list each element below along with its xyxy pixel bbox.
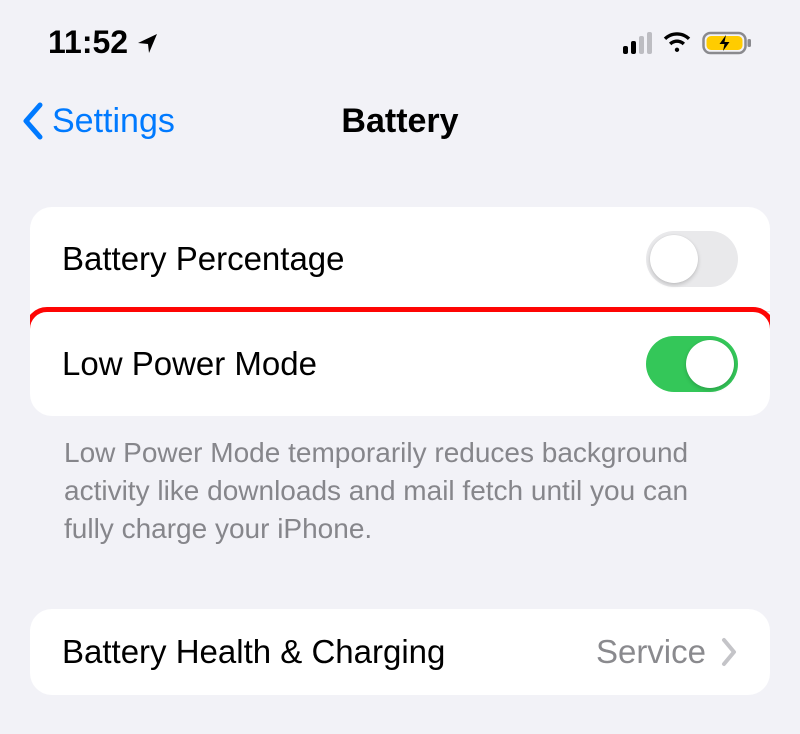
low-power-mode-row[interactable]: Low Power Mode (30, 307, 770, 416)
battery-health-row[interactable]: Battery Health & Charging Service (30, 609, 770, 695)
status-bar: 11:52 (0, 0, 800, 79)
low-power-mode-label: Low Power Mode (62, 345, 317, 383)
cellular-signal-icon (623, 32, 652, 54)
nav-bar: Settings Battery (0, 79, 800, 167)
status-right (623, 31, 752, 55)
content: Battery Percentage Low Power Mode Low Po… (0, 167, 800, 695)
battery-percentage-toggle[interactable] (646, 231, 738, 287)
chevron-left-icon (20, 101, 48, 141)
battery-health-detail: Service (596, 633, 706, 671)
chevron-right-icon (720, 637, 738, 667)
back-button[interactable]: Settings (20, 101, 175, 141)
settings-group-2: Battery Health & Charging Service (30, 609, 770, 695)
row-right: Service (596, 633, 738, 671)
wifi-icon (662, 31, 692, 55)
battery-charging-icon (702, 31, 752, 55)
status-left: 11:52 (48, 24, 160, 61)
toggle-knob (650, 235, 698, 283)
battery-health-label: Battery Health & Charging (62, 633, 445, 671)
toggle-knob (686, 340, 734, 388)
settings-group-1: Battery Percentage Low Power Mode (30, 207, 770, 416)
battery-percentage-label: Battery Percentage (62, 240, 345, 278)
back-label: Settings (52, 102, 175, 141)
location-icon (136, 31, 160, 55)
status-time: 11:52 (48, 24, 128, 61)
low-power-mode-description: Low Power Mode temporarily reduces backg… (30, 416, 770, 547)
low-power-mode-toggle[interactable] (646, 336, 738, 392)
page-title: Battery (341, 102, 458, 141)
battery-percentage-row[interactable]: Battery Percentage (30, 207, 770, 311)
